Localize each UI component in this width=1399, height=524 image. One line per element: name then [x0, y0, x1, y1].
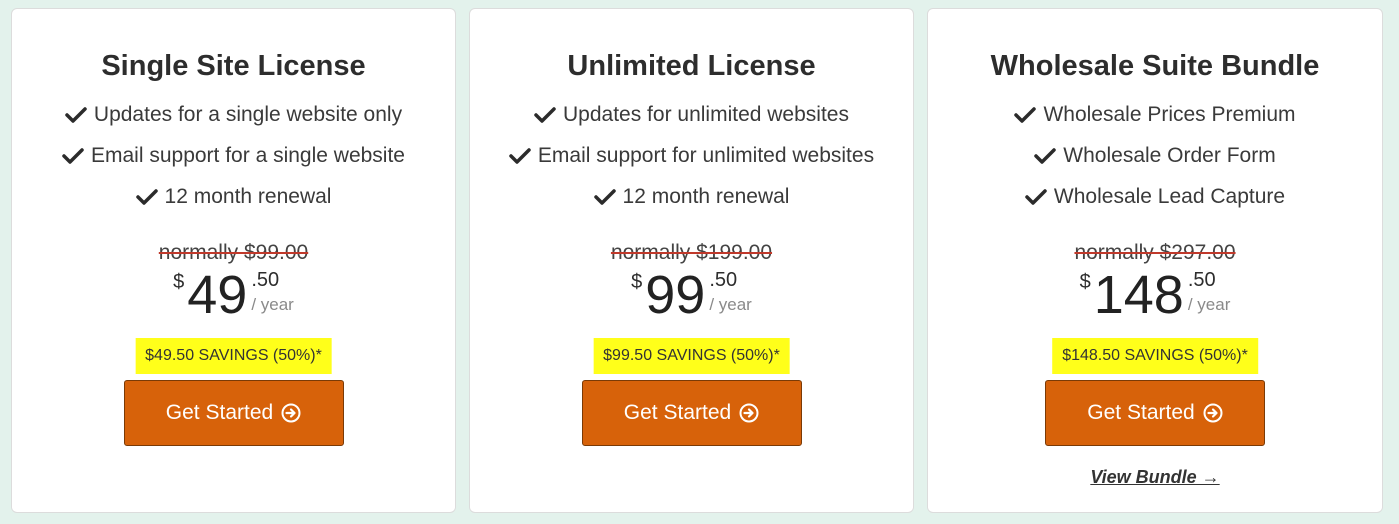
- checkmark-icon: [534, 107, 556, 123]
- price-cents: .50: [251, 269, 280, 291]
- savings-badge: $99.50 SAVINGS (50%)*: [593, 338, 790, 374]
- get-started-button[interactable]: Get Started: [581, 380, 802, 446]
- feature-list: Wholesale Prices Premium Wholesale Order…: [928, 101, 1382, 224]
- feature-label: Updates for a single website only: [93, 103, 403, 126]
- normal-price-text: normally $297.00: [1074, 241, 1236, 264]
- price: $ 99 .50 / year: [470, 267, 913, 331]
- view-bundle-link[interactable]: View Bundle →: [928, 467, 1382, 488]
- feature-list: Updates for a single website only Email …: [12, 101, 455, 224]
- checkmark-icon: [509, 148, 531, 164]
- feature-label: Wholesale Prices Premium: [1043, 103, 1296, 126]
- checkmark-icon: [65, 107, 87, 123]
- plan-card-wholesale-bundle: Wholesale Suite Bundle Wholesale Prices …: [927, 8, 1383, 513]
- savings-badge: $148.50 SAVINGS (50%)*: [1052, 338, 1258, 374]
- price-whole: 49: [187, 265, 248, 325]
- checkmark-icon: [1025, 189, 1047, 205]
- feature-list: Updates for unlimited websites Email sup…: [470, 101, 913, 224]
- price-cents: .50: [709, 269, 738, 291]
- price: $ 148 .50 / year: [928, 267, 1382, 331]
- normal-price: normally $297.00: [928, 239, 1382, 267]
- feature-item: Updates for a single website only: [12, 101, 455, 142]
- feature-label: Wholesale Lead Capture: [1053, 185, 1286, 208]
- plan-card-single-site: Single Site License Updates for a single…: [11, 8, 456, 513]
- normal-price: normally $199.00: [470, 239, 913, 267]
- normal-price: normally $99.00: [12, 239, 455, 267]
- checkmark-icon: [135, 189, 158, 205]
- feature-item: Wholesale Order Form: [928, 142, 1382, 183]
- feature-item: Updates for unlimited websites: [470, 101, 913, 142]
- get-started-button[interactable]: Get Started: [123, 380, 344, 446]
- plan-title: Wholesale Suite Bundle: [990, 50, 1320, 82]
- price-whole: 99: [645, 265, 706, 325]
- plan-title: Single Site License: [101, 50, 366, 82]
- checkmark-icon: [62, 148, 84, 164]
- get-started-label: Get Started: [165, 401, 274, 424]
- circle-arrow-right-icon: [281, 403, 301, 423]
- get-started-button[interactable]: Get Started: [1045, 380, 1265, 446]
- checkmark-icon: [1034, 148, 1057, 164]
- price-cents: .50: [1187, 269, 1216, 291]
- price-period: / year: [1187, 295, 1231, 314]
- feature-item: Email support for a single website: [12, 142, 455, 183]
- feature-label: 12 month renewal: [622, 185, 790, 208]
- feature-label: Updates for unlimited websites: [563, 103, 849, 126]
- normal-price-text: normally $199.00: [610, 241, 773, 264]
- circle-arrow-right-icon: [739, 403, 759, 423]
- savings-badge: $49.50 SAVINGS (50%)*: [135, 338, 332, 374]
- get-started-label: Get Started: [1087, 401, 1195, 424]
- price-currency: $: [631, 271, 643, 293]
- plan-title: Unlimited License: [567, 50, 816, 82]
- feature-item: Email support for unlimited websites: [470, 142, 913, 183]
- feature-label: Email support for unlimited websites: [537, 144, 875, 167]
- feature-label: 12 month renewal: [164, 185, 332, 208]
- normal-price-text: normally $99.00: [158, 241, 309, 264]
- feature-item: Wholesale Lead Capture: [928, 183, 1382, 224]
- price-period: / year: [251, 295, 294, 314]
- feature-item: Wholesale Prices Premium: [928, 101, 1382, 142]
- checkmark-icon: [593, 189, 616, 205]
- price: $ 49 .50 / year: [12, 267, 455, 331]
- feature-item: 12 month renewal: [470, 183, 913, 224]
- feature-label: Email support for a single website: [91, 144, 405, 167]
- circle-arrow-right-icon: [1203, 403, 1223, 423]
- price-currency: $: [173, 271, 185, 293]
- price-whole: 148: [1093, 265, 1184, 325]
- checkmark-icon: [1014, 107, 1037, 123]
- feature-label: Wholesale Order Form: [1063, 144, 1276, 167]
- feature-item: 12 month renewal: [12, 183, 455, 224]
- price-period: / year: [709, 295, 752, 314]
- price-currency: $: [1079, 271, 1091, 293]
- plan-card-unlimited: Unlimited License Updates for unlimited …: [469, 8, 914, 513]
- get-started-label: Get Started: [623, 401, 732, 424]
